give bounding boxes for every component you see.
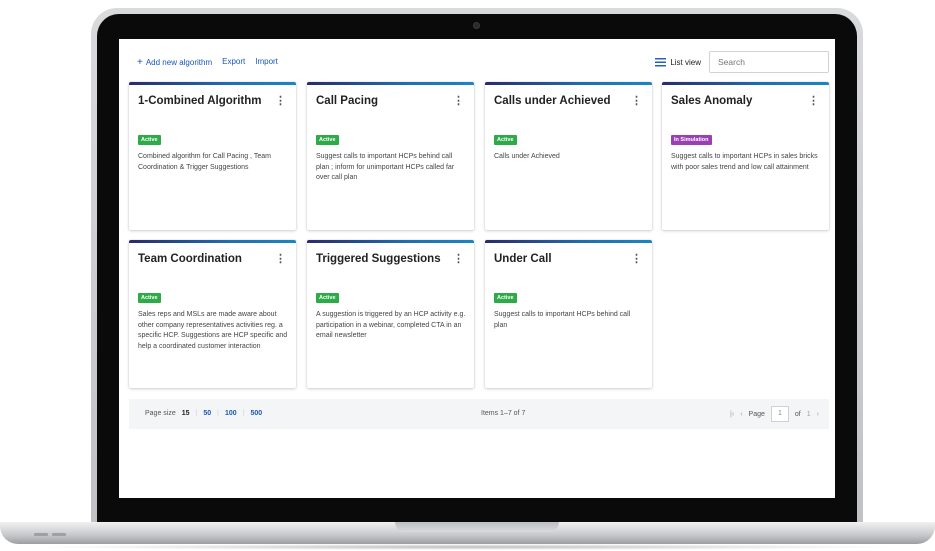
more-vertical-icon[interactable]: ⋮	[808, 94, 819, 107]
camera-icon	[473, 22, 480, 29]
card-description: Sales reps and MSLs are made aware about…	[138, 311, 288, 350]
card-title: 1-Combined Algorithm	[138, 95, 262, 107]
card-accent-bar	[662, 82, 829, 85]
algorithm-card[interactable]: Under Call ⋮ Active Suggest calls to imp…	[485, 240, 652, 388]
card-accent-bar	[129, 240, 296, 243]
more-vertical-icon[interactable]: ⋮	[453, 94, 464, 107]
vent-mark	[34, 533, 48, 536]
laptop-base-notch	[395, 522, 559, 532]
more-vertical-icon[interactable]: ⋮	[275, 94, 286, 107]
page-number-input[interactable]: 1	[770, 406, 789, 422]
card-description: A suggestion is triggered by an HCP acti…	[316, 311, 466, 339]
algorithm-card[interactable]: Calls under Achieved ⋮ Active Calls unde…	[485, 82, 652, 230]
app-screen: + Add new algorithm Export Import List vi…	[119, 39, 835, 498]
more-vertical-icon[interactable]: ⋮	[453, 252, 464, 265]
algorithm-card[interactable]: Sales Anomaly ⋮ In Simulation Suggest ca…	[662, 82, 829, 230]
status-badge: Active	[316, 135, 339, 145]
card-accent-bar	[307, 240, 474, 243]
more-vertical-icon[interactable]: ⋮	[631, 252, 642, 265]
first-page-icon[interactable]: |‹	[730, 411, 734, 418]
page-size-option[interactable]: 50	[203, 410, 211, 417]
more-vertical-icon[interactable]: ⋮	[631, 94, 642, 107]
status-badge: Active	[138, 293, 161, 303]
card-description: Suggest calls to important HCPs behind c…	[316, 153, 455, 181]
page-navigation: |‹ ‹ Page 1 of 1 ›	[730, 406, 819, 422]
card-title: Under Call	[494, 253, 552, 265]
status-badge: Active	[494, 293, 517, 303]
divider: |	[242, 410, 245, 417]
of-label: of	[794, 410, 801, 418]
plus-icon: +	[137, 57, 143, 68]
card-description: Combined algorithm for Call Pacing , Tea…	[138, 153, 271, 171]
page-size-label: Page size	[145, 410, 176, 417]
list-view-label: List view	[670, 57, 701, 67]
toolbar: + Add new algorithm Export Import List vi…	[119, 39, 835, 87]
page-size-option[interactable]: 15	[182, 410, 190, 417]
total-pages: 1	[806, 410, 811, 418]
prev-page-icon[interactable]: ‹	[740, 411, 742, 418]
page-size-option[interactable]: 500	[251, 410, 263, 417]
card-accent-bar	[129, 82, 296, 85]
page-size-option[interactable]: 100	[225, 410, 237, 417]
algorithm-card[interactable]: Team Coordination ⋮ Active Sales reps an…	[129, 240, 296, 388]
import-button[interactable]: Import	[255, 57, 278, 68]
pagination-bar: Page size 15 | 50 | 100 | 500 Items 1–7 …	[129, 399, 829, 429]
vent-mark	[52, 533, 66, 536]
add-algorithm-label: Add new algorithm	[145, 58, 213, 67]
list-icon	[655, 57, 667, 67]
status-badge: Active	[494, 135, 517, 145]
list-view-toggle[interactable]: List view	[655, 57, 701, 67]
card-description: Suggest calls to important HCPs in sales…	[671, 153, 818, 171]
algorithm-card[interactable]: Call Pacing ⋮ Active Suggest calls to im…	[307, 82, 474, 230]
laptop-shadow	[30, 544, 905, 550]
card-description: Suggest calls to important HCPs behind c…	[494, 311, 631, 329]
card-title: Triggered Suggestions	[316, 253, 441, 265]
page-label: Page	[748, 410, 765, 418]
items-count: Items 1–7 of 7	[481, 410, 526, 417]
card-accent-bar	[485, 82, 652, 85]
status-badge: Active	[138, 135, 161, 145]
card-title: Sales Anomaly	[671, 95, 753, 107]
algorithm-card[interactable]: Triggered Suggestions ⋮ Active A suggest…	[307, 240, 474, 388]
toolbar-actions: + Add new algorithm Export Import	[137, 57, 278, 68]
card-accent-bar	[485, 240, 652, 243]
page-size-selector: Page size 15 | 50 | 100 | 500	[145, 410, 262, 417]
next-page-icon[interactable]: ›	[817, 411, 819, 418]
divider: |	[195, 410, 198, 417]
more-vertical-icon[interactable]: ⋮	[275, 252, 286, 265]
search-input[interactable]	[709, 51, 829, 73]
add-algorithm-button[interactable]: + Add new algorithm	[137, 57, 212, 68]
algorithm-card[interactable]: 1-Combined Algorithm ⋮ Active Combined a…	[129, 82, 296, 230]
card-title: Calls under Achieved	[494, 95, 611, 107]
export-button[interactable]: Export	[222, 57, 245, 68]
card-description: Calls under Achieved	[494, 153, 560, 160]
divider: |	[217, 410, 219, 417]
card-accent-bar	[307, 82, 474, 85]
toolbar-right: List view	[655, 51, 829, 73]
card-title: Call Pacing	[316, 95, 378, 107]
status-badge: In Simulation	[671, 135, 712, 145]
status-badge: Active	[316, 293, 339, 303]
card-title: Team Coordination	[138, 253, 242, 265]
